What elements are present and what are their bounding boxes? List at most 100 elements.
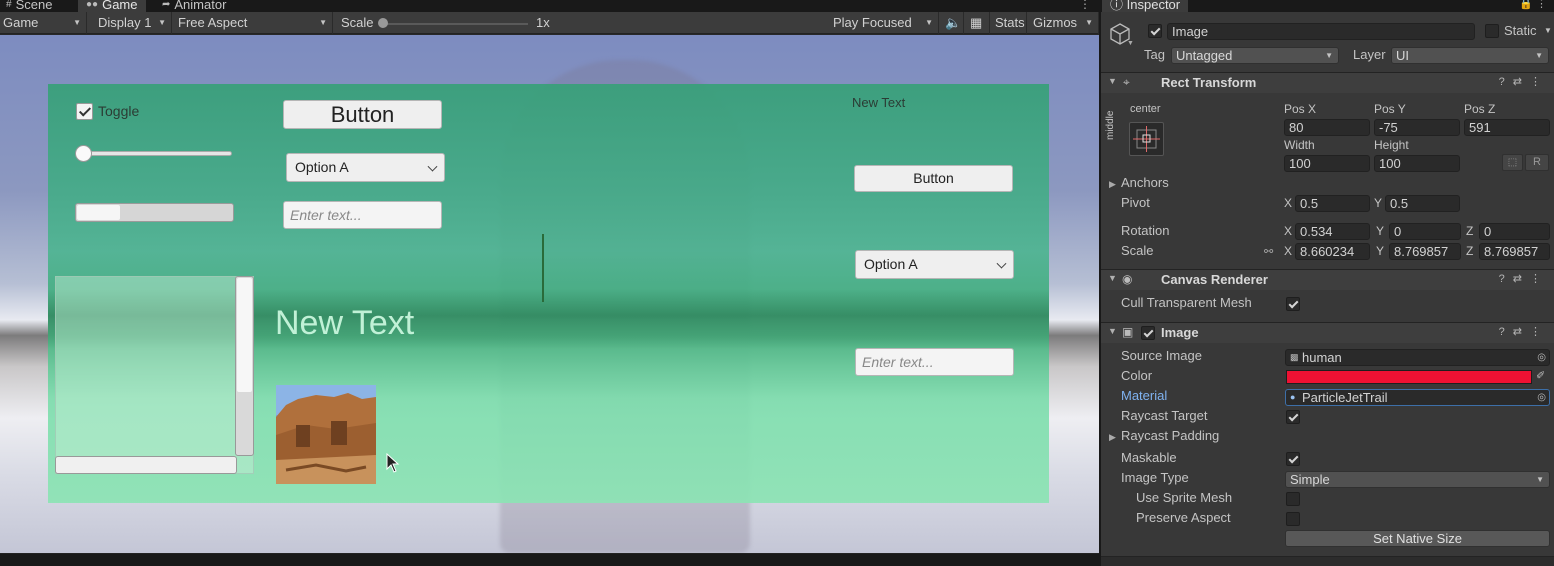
fold-arrow-icon[interactable]: ▼ (1108, 273, 1117, 283)
pos-z-label: Pos Z (1464, 102, 1496, 116)
static-checkbox[interactable] (1485, 24, 1499, 38)
fold-arrow-icon[interactable]: ▶ (1109, 432, 1116, 443)
rotation-y-field[interactable]: 0 (1389, 223, 1461, 240)
display-dropdown[interactable]: Display 1 ▼ (95, 12, 172, 34)
text-small: New Text (852, 95, 906, 110)
dropdown-b[interactable]: Option A (855, 250, 1014, 279)
gizmos-dropdown[interactable]: Gizmos ▼ (1030, 12, 1099, 34)
rotation-z-label: Z (1466, 224, 1474, 238)
color-swatch[interactable] (1286, 370, 1532, 384)
tag-dropdown[interactable]: Untagged ▼ (1171, 47, 1339, 64)
presets-icon[interactable]: ⇄ (1513, 76, 1530, 88)
play-mode-dropdown[interactable]: Play Focused ▼ (830, 12, 939, 34)
chevron-down-icon[interactable]: ▼ (1127, 40, 1134, 47)
scrollbar-handle[interactable] (237, 278, 252, 392)
layer-dropdown[interactable]: UI ▼ (1391, 47, 1549, 64)
fold-arrow-icon[interactable]: ▶ (1109, 179, 1116, 190)
rotation-z-field[interactable]: 0 (1479, 223, 1550, 240)
more-options-icon[interactable]: ⋮ (1530, 326, 1549, 338)
dropdown-a[interactable]: Option A (286, 153, 445, 182)
presets-icon[interactable]: ⇄ (1513, 326, 1530, 338)
display-mode-dropdown[interactable]: Game ▼ (0, 12, 87, 34)
help-icon[interactable]: ? (1499, 273, 1513, 285)
button-large[interactable]: Button (283, 100, 442, 129)
text-input-a[interactable]: Enter text... (283, 201, 442, 229)
width-field[interactable]: 100 (1284, 155, 1370, 172)
pos-y-field[interactable]: -75 (1374, 119, 1460, 136)
scrollbar-handle[interactable] (77, 205, 121, 220)
scroll-view[interactable] (55, 276, 254, 474)
constrain-proportions-icon[interactable]: ⚯ (1264, 245, 1273, 258)
button-small[interactable]: Button (854, 165, 1013, 192)
tab-animator[interactable]: ➦ Animator (162, 0, 226, 12)
set-native-size-button[interactable]: Set Native Size (1285, 530, 1550, 547)
layer-label: Layer (1353, 47, 1386, 62)
object-name-field[interactable]: Image (1167, 23, 1475, 40)
image-enabled-checkbox[interactable] (1141, 326, 1155, 340)
raycast-target-checkbox[interactable] (1286, 410, 1300, 424)
object-picker-icon[interactable]: ◎ (1537, 350, 1546, 365)
scroll-view-horizontal-scrollbar[interactable] (55, 456, 237, 474)
cull-transparent-mesh-checkbox[interactable] (1286, 297, 1300, 311)
pos-x-field[interactable]: 80 (1284, 119, 1370, 136)
more-options-icon[interactable]: ⋮ (1079, 0, 1091, 11)
use-sprite-mesh-checkbox[interactable] (1286, 492, 1300, 506)
pos-z-field[interactable]: 591 (1464, 119, 1550, 136)
presets-icon[interactable]: ⇄ (1513, 273, 1530, 285)
scroll-view-vertical-scrollbar[interactable] (235, 276, 254, 456)
scale-y-label: Y (1376, 244, 1385, 258)
scale-y-field[interactable]: 8.769857 (1389, 243, 1461, 260)
aspect-dropdown[interactable]: Free Aspect ▼ (175, 12, 333, 34)
canvas-renderer-header[interactable]: ▼ ◉ Canvas Renderer ?⇄⋮ (1101, 269, 1554, 290)
source-image-field[interactable]: ▩ human ◎ (1285, 349, 1550, 366)
rect-transform-header[interactable]: ▼ ⌖ Rect Transform ?⇄⋮ (1101, 72, 1554, 93)
preserve-aspect-checkbox[interactable] (1286, 512, 1300, 526)
audio-mute-button[interactable]: 🔈 (942, 12, 964, 34)
toggle-checkbox[interactable] (76, 103, 93, 120)
maskable-checkbox[interactable] (1286, 452, 1300, 466)
maskable-label: Maskable (1121, 450, 1177, 465)
fold-arrow-icon[interactable]: ▼ (1108, 326, 1117, 336)
rotation-x-field[interactable]: 0.534 (1295, 223, 1370, 240)
scale-x-field[interactable]: 8.660234 (1295, 243, 1370, 260)
game-viewport[interactable]: Toggle Button Option A Enter text... New… (0, 35, 1099, 553)
pivot-y-field[interactable]: 0.5 (1385, 195, 1460, 212)
lock-icon[interactable]: 🔒 (1519, 0, 1533, 10)
text-input-b[interactable]: Enter text... (855, 348, 1014, 376)
blueprint-mode-button[interactable]: ⬚ (1502, 154, 1523, 171)
ui-canvas-panel: Toggle Button Option A Enter text... New… (48, 84, 1049, 503)
material-field[interactable]: ● ParticleJetTrail ◎ (1285, 389, 1550, 406)
inspector-tab-bar: ⓘ Inspector 🔒 ⋮ (1101, 0, 1554, 12)
material-label: Material (1121, 388, 1168, 403)
pivot-x-field[interactable]: 0.5 (1295, 195, 1370, 212)
pivot-x-label: X (1284, 196, 1293, 210)
slider-handle[interactable] (75, 145, 92, 162)
object-active-checkbox[interactable] (1148, 24, 1162, 38)
help-icon[interactable]: ? (1499, 76, 1513, 88)
more-options-icon[interactable]: ⋮ (1530, 273, 1549, 285)
tab-inspector[interactable]: ⓘ Inspector (1102, 0, 1189, 12)
help-icon[interactable]: ? (1499, 326, 1513, 338)
image-component-header[interactable]: ▼ ▣ Image ?⇄⋮ (1101, 322, 1554, 343)
scale-slider-handle[interactable] (378, 18, 388, 28)
tab-scene[interactable]: # Scene (6, 0, 52, 12)
scale-z-field[interactable]: 8.769857 (1479, 243, 1550, 260)
image-type-dropdown[interactable]: Simple ▼ (1285, 471, 1550, 488)
fold-arrow-icon[interactable]: ▼ (1108, 76, 1117, 86)
frame-debugger-button[interactable]: ▦ (967, 12, 990, 34)
slider-track[interactable] (82, 151, 232, 156)
stats-button[interactable]: Stats (992, 12, 1027, 34)
eyedropper-icon[interactable]: ✐ (1536, 369, 1545, 382)
scale-slider-track[interactable] (382, 23, 528, 25)
raw-edit-button[interactable]: R (1525, 154, 1549, 171)
scrollbar[interactable] (75, 203, 234, 222)
height-field[interactable]: 100 (1374, 155, 1460, 172)
chevron-down-icon[interactable]: ▼ (1544, 26, 1552, 35)
tab-game[interactable]: ●● Game (78, 0, 146, 12)
more-options-icon[interactable]: ⋮ (1530, 76, 1549, 88)
object-picker-icon[interactable]: ◎ (1537, 390, 1546, 405)
image-type-label: Image Type (1121, 470, 1189, 485)
more-options-icon[interactable]: ⋮ (1536, 0, 1547, 10)
scene-icon: # (6, 0, 12, 10)
anchor-presets-button[interactable] (1129, 122, 1164, 156)
